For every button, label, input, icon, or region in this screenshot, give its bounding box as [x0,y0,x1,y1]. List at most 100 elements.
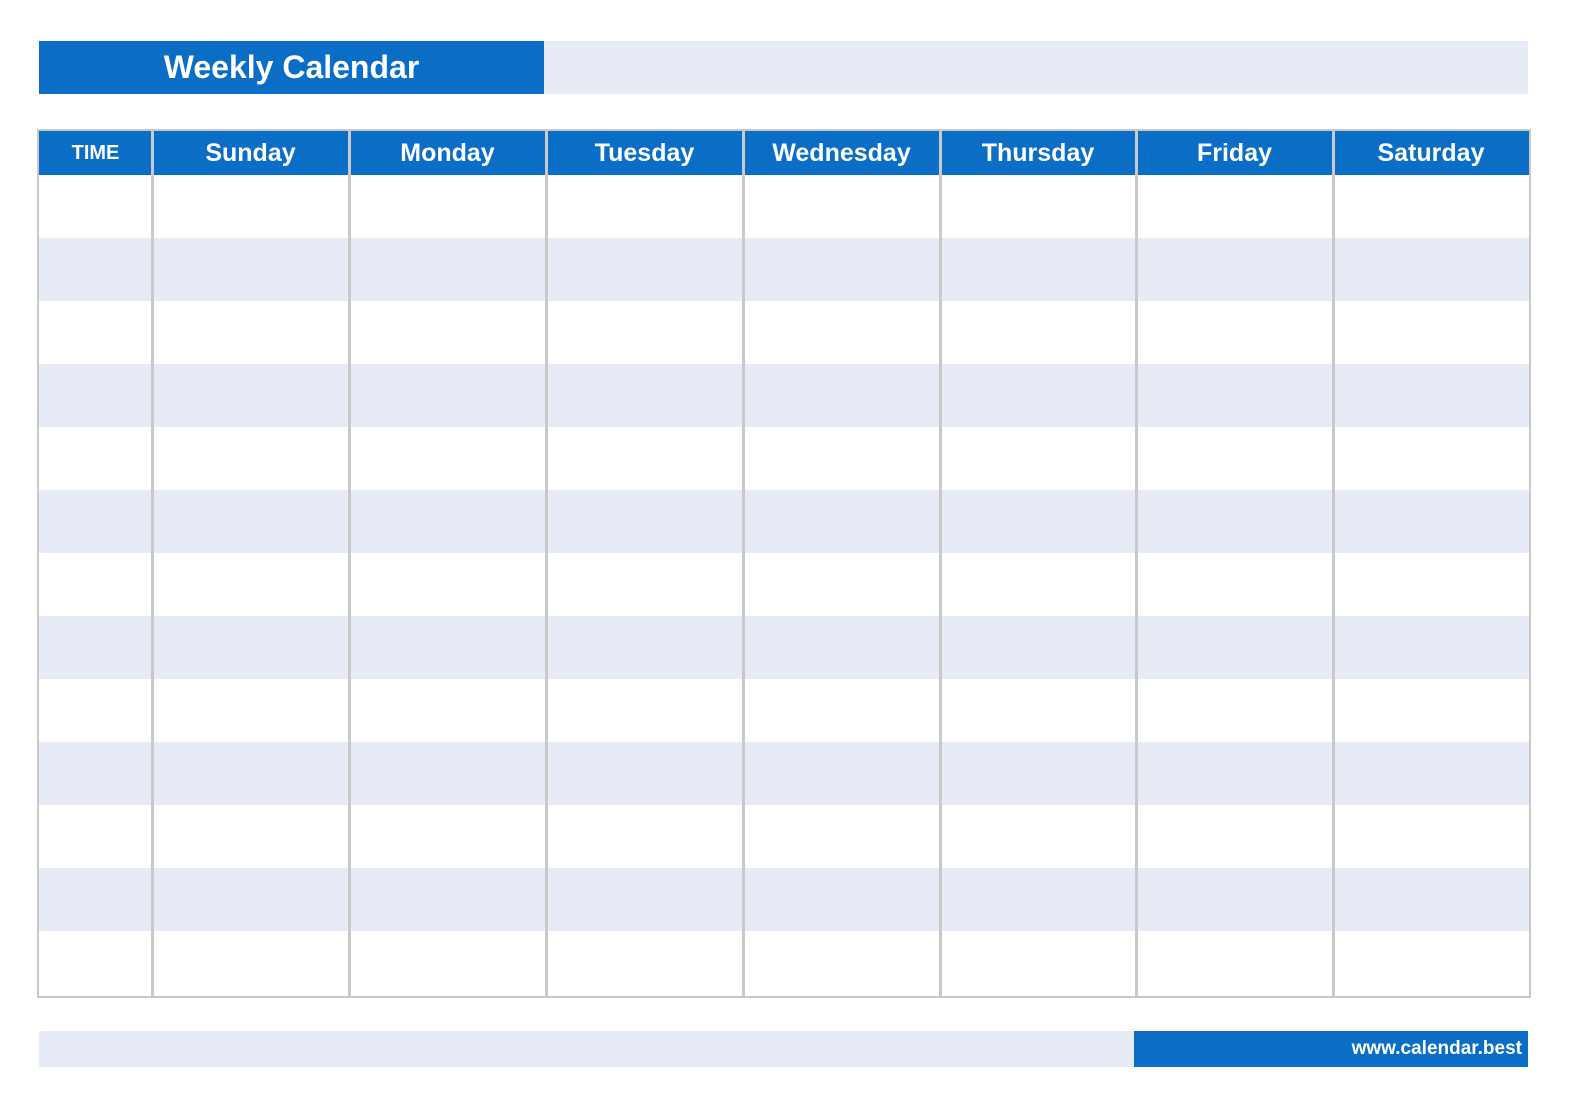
day-cell[interactable] [546,427,743,490]
day-cell[interactable] [743,427,940,490]
day-cell[interactable] [546,742,743,805]
time-cell[interactable] [39,742,152,805]
day-cell[interactable] [1333,868,1529,931]
day-cell[interactable] [546,301,743,364]
day-cell[interactable] [546,553,743,616]
day-cell[interactable] [940,175,1136,238]
time-cell[interactable] [39,616,152,679]
day-cell[interactable] [1136,931,1333,994]
day-cell[interactable] [349,742,546,805]
day-cell[interactable] [743,175,940,238]
day-cell[interactable] [743,679,940,742]
day-cell[interactable] [152,679,349,742]
day-cell[interactable] [743,553,940,616]
day-cell[interactable] [152,175,349,238]
day-cell[interactable] [1136,679,1333,742]
day-cell[interactable] [1136,553,1333,616]
time-cell[interactable] [39,931,152,994]
time-cell[interactable] [39,868,152,931]
day-cell[interactable] [940,868,1136,931]
day-cell[interactable] [349,301,546,364]
day-cell[interactable] [1136,427,1333,490]
day-cell[interactable] [1333,490,1529,553]
time-cell[interactable] [39,364,152,427]
day-cell[interactable] [546,868,743,931]
day-cell[interactable] [1136,364,1333,427]
day-cell[interactable] [349,364,546,427]
day-cell[interactable] [940,427,1136,490]
day-cell[interactable] [349,868,546,931]
day-cell[interactable] [152,742,349,805]
time-cell[interactable] [39,238,152,301]
day-cell[interactable] [546,931,743,994]
day-cell[interactable] [940,301,1136,364]
day-cell[interactable] [152,616,349,679]
day-cell[interactable] [743,868,940,931]
time-cell[interactable] [39,301,152,364]
time-cell[interactable] [39,553,152,616]
day-cell[interactable] [1333,805,1529,868]
day-cell[interactable] [349,238,546,301]
day-cell[interactable] [1333,679,1529,742]
day-cell[interactable] [152,238,349,301]
day-cell[interactable] [546,805,743,868]
day-cell[interactable] [940,616,1136,679]
day-cell[interactable] [152,301,349,364]
day-cell[interactable] [1333,175,1529,238]
day-cell[interactable] [349,679,546,742]
day-cell[interactable] [152,427,349,490]
time-cell[interactable] [39,490,152,553]
day-cell[interactable] [152,364,349,427]
day-cell[interactable] [1136,616,1333,679]
day-cell[interactable] [349,931,546,994]
day-cell[interactable] [546,490,743,553]
day-cell[interactable] [546,175,743,238]
day-cell[interactable] [743,490,940,553]
day-cell[interactable] [1136,175,1333,238]
day-cell[interactable] [349,490,546,553]
day-cell[interactable] [743,742,940,805]
day-cell[interactable] [1136,301,1333,364]
time-cell[interactable] [39,805,152,868]
day-cell[interactable] [349,805,546,868]
day-cell[interactable] [1333,301,1529,364]
day-cell[interactable] [743,805,940,868]
day-cell[interactable] [743,931,940,994]
day-cell[interactable] [1136,490,1333,553]
day-cell[interactable] [1333,427,1529,490]
day-cell[interactable] [349,175,546,238]
day-cell[interactable] [940,742,1136,805]
day-cell[interactable] [1333,238,1529,301]
day-cell[interactable] [349,553,546,616]
day-cell[interactable] [546,364,743,427]
day-cell[interactable] [940,679,1136,742]
day-cell[interactable] [349,616,546,679]
day-cell[interactable] [940,490,1136,553]
day-cell[interactable] [743,301,940,364]
day-cell[interactable] [1136,238,1333,301]
day-cell[interactable] [546,616,743,679]
day-cell[interactable] [152,805,349,868]
day-cell[interactable] [1333,931,1529,994]
day-cell[interactable] [546,238,743,301]
day-cell[interactable] [1333,616,1529,679]
day-cell[interactable] [1136,868,1333,931]
day-cell[interactable] [1136,742,1333,805]
day-cell[interactable] [152,931,349,994]
day-cell[interactable] [1333,364,1529,427]
day-cell[interactable] [1136,805,1333,868]
day-cell[interactable] [940,238,1136,301]
day-cell[interactable] [940,553,1136,616]
day-cell[interactable] [152,553,349,616]
day-cell[interactable] [743,364,940,427]
day-cell[interactable] [940,931,1136,994]
day-cell[interactable] [349,427,546,490]
day-cell[interactable] [1333,553,1529,616]
day-cell[interactable] [152,868,349,931]
time-cell[interactable] [39,427,152,490]
day-cell[interactable] [546,679,743,742]
day-cell[interactable] [1333,742,1529,805]
day-cell[interactable] [940,364,1136,427]
website-link[interactable]: www.calendar.best [1352,1038,1522,1060]
day-cell[interactable] [152,490,349,553]
